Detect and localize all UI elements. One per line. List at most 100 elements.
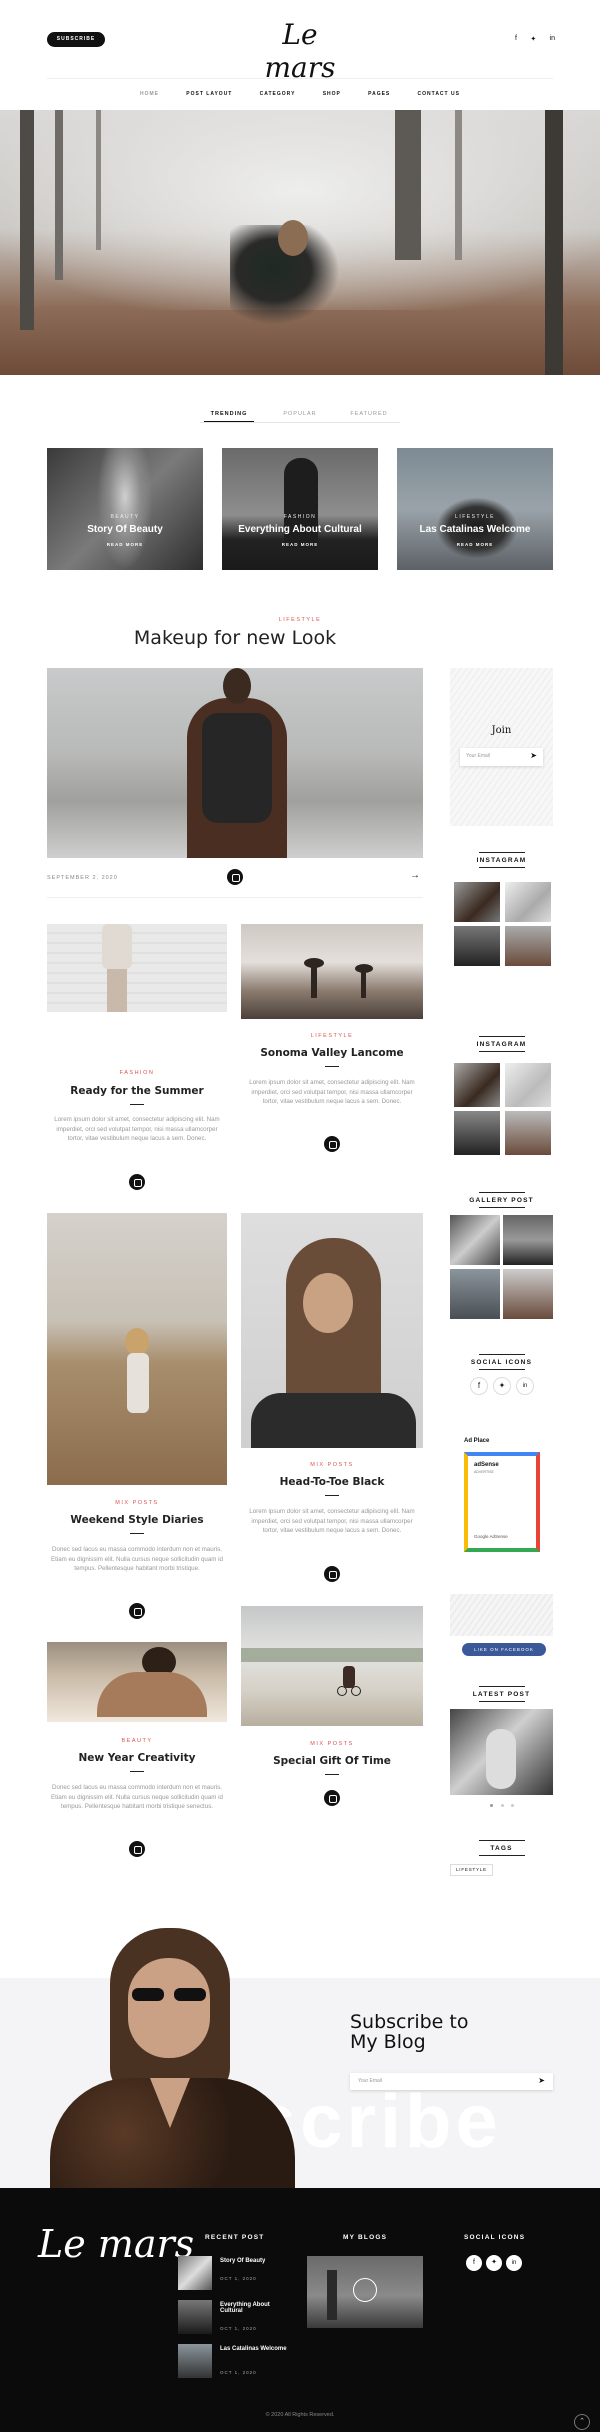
title-underline [130,1104,144,1105]
ad-banner[interactable]: adSense ADVERTISE Google AdSense [464,1452,540,1552]
facebook-icon[interactable]: f [470,1377,488,1395]
featured-title[interactable]: Makeup for new Look [100,627,370,649]
post-image[interactable] [47,1642,227,1722]
post-image[interactable] [47,924,227,1012]
gallery-thumb[interactable] [503,1215,553,1265]
twitter-icon[interactable]: ✦ [493,1377,511,1395]
featured-category[interactable]: LIFESTYLE [200,617,400,623]
share-button[interactable] [324,1790,340,1806]
join-email-field[interactable]: Your Email ➤ [460,748,543,766]
latest-post-image[interactable] [450,1709,553,1795]
tab-trending[interactable]: TRENDING [204,411,254,422]
copyright: © 2020 All Rights Reserved. [265,2412,335,2418]
footer-recent-item[interactable]: Story Of Beauty OCT 1, 2020 [178,2256,288,2292]
subscribe-title: Subscribe to My Blog [350,2011,469,2053]
post-title[interactable]: Ready for the Summer [47,1085,227,1097]
back-to-top-button[interactable]: ⌃ [574,2414,590,2430]
post-image[interactable] [241,1606,423,1726]
nav-category[interactable]: CATEGORY [260,91,296,97]
tab-popular[interactable]: POPULAR [275,411,325,417]
my-blogs-image[interactable] [307,2256,423,2328]
nav-shop[interactable]: SHOP [323,91,341,97]
footer-recent-item[interactable]: Everything About Cultural OCT 1, 2020 [178,2300,288,2336]
instagram-thumb[interactable] [454,882,500,922]
linkedin-icon[interactable]: in [550,35,555,43]
instagram-thumb[interactable] [505,926,551,966]
tab-featured[interactable]: FEATURED [344,411,394,417]
gallery-thumb[interactable] [450,1269,500,1319]
share-button[interactable] [324,1566,340,1582]
subscribe-email-field[interactable]: Your Email ➤ [350,2073,553,2090]
like-facebook-button[interactable]: LIKE ON FACEBOOK [462,1643,546,1656]
instagram-thumb[interactable] [454,1063,500,1107]
read-more-link[interactable]: READ MORE [222,542,378,547]
post-category[interactable]: FASHION [47,1070,227,1076]
facebook-icon[interactable]: f [466,2255,482,2271]
instagram-thumb[interactable] [505,882,551,922]
card-title[interactable]: Story Of Beauty [47,524,203,535]
site-logo[interactable]: Le mars [250,18,350,84]
linkedin-icon[interactable]: in [506,2255,522,2271]
nav-pages[interactable]: PAGES [368,91,390,97]
trending-card[interactable]: LIFESTYLE Las Catalinas Welcome READ MOR… [397,448,553,570]
share-button[interactable] [324,1136,340,1152]
card-title[interactable]: Las Catalinas Welcome [397,524,553,535]
send-icon[interactable]: ➤ [538,2076,545,2085]
share-button[interactable] [129,1603,145,1619]
share-button[interactable] [129,1841,145,1857]
post-category[interactable]: BEAUTY [47,1738,227,1744]
read-more-link[interactable]: READ MORE [47,542,203,547]
instagram-thumb[interactable] [454,1111,500,1155]
email-placeholder: Your Email [466,753,490,759]
instagram-thumb[interactable] [454,926,500,966]
footer-recent-item[interactable]: Las Catalinas Welcome OCT 1, 2020 [178,2344,288,2380]
trending-card[interactable]: FASHION Everything About Cultural READ M… [222,448,378,570]
gallery-thumb[interactable] [450,1215,500,1265]
post-image[interactable] [241,924,423,1019]
instagram-heading: INSTAGRAM [450,852,553,868]
recent-item-title[interactable]: Story Of Beauty [220,2258,288,2264]
nav-post-layout[interactable]: POST LAYOUT [186,91,232,97]
recent-item-title[interactable]: Las Catalinas Welcome [220,2346,288,2352]
post-image[interactable] [241,1213,423,1448]
nav-home[interactable]: HOME [140,91,159,97]
post-title[interactable]: Head-To-Toe Black [241,1476,423,1488]
share-button[interactable] [129,1174,145,1190]
recent-item-date: OCT 1, 2020 [220,2326,257,2331]
post-excerpt: Lorem ipsum dolor sit amet, consectetur … [249,1508,415,1534]
read-more-link[interactable]: READ MORE [397,542,553,547]
post-title[interactable]: Sonoma Valley Lancome [241,1047,423,1059]
instagram-thumb[interactable] [505,1063,551,1107]
header-social: f ✦ in [515,35,555,43]
post-category[interactable]: LIFESTYLE [241,1033,423,1039]
linkedin-icon[interactable]: in [516,1377,534,1395]
post-title[interactable]: Weekend Style Diaries [47,1514,227,1526]
title-underline [130,1533,144,1534]
trending-card[interactable]: BEAUTY Story Of Beauty READ MORE [47,448,203,570]
tag-lifestyle[interactable]: LIFESTYLE [450,1864,493,1876]
carousel-dots[interactable] [490,1804,514,1807]
footer-logo[interactable]: Le mars [38,2222,194,2266]
twitter-icon[interactable]: ✦ [486,2255,502,2271]
card-title[interactable]: Everything About Cultural [222,524,378,535]
post-title[interactable]: Special Gift Of Time [241,1755,423,1767]
featured-image[interactable] [47,668,423,858]
my-blogs-heading: MY BLOGS [343,2234,388,2241]
latest-post-heading: LATEST POST [450,1686,553,1702]
nav-contact[interactable]: CONTACT US [418,91,460,97]
instagram-thumb[interactable] [505,1111,551,1155]
post-image[interactable] [47,1213,227,1485]
post-title[interactable]: New Year Creativity [47,1752,227,1764]
recent-item-title[interactable]: Everything About Cultural [220,2302,288,2314]
facebook-icon[interactable]: f [515,35,517,43]
share-button[interactable] [227,869,243,885]
subscribe-portrait [50,1928,295,2188]
send-icon[interactable]: ➤ [530,751,537,760]
gallery-thumb[interactable] [503,1269,553,1319]
arrow-right-icon[interactable]: → [410,871,420,881]
post-category[interactable]: MIX POSTS [241,1462,423,1468]
subscribe-button[interactable]: SUBSCRIBE [47,32,105,47]
post-category[interactable]: MIX POSTS [47,1500,227,1506]
post-category[interactable]: MIX POSTS [241,1741,423,1747]
twitter-icon[interactable]: ✦ [530,35,536,43]
